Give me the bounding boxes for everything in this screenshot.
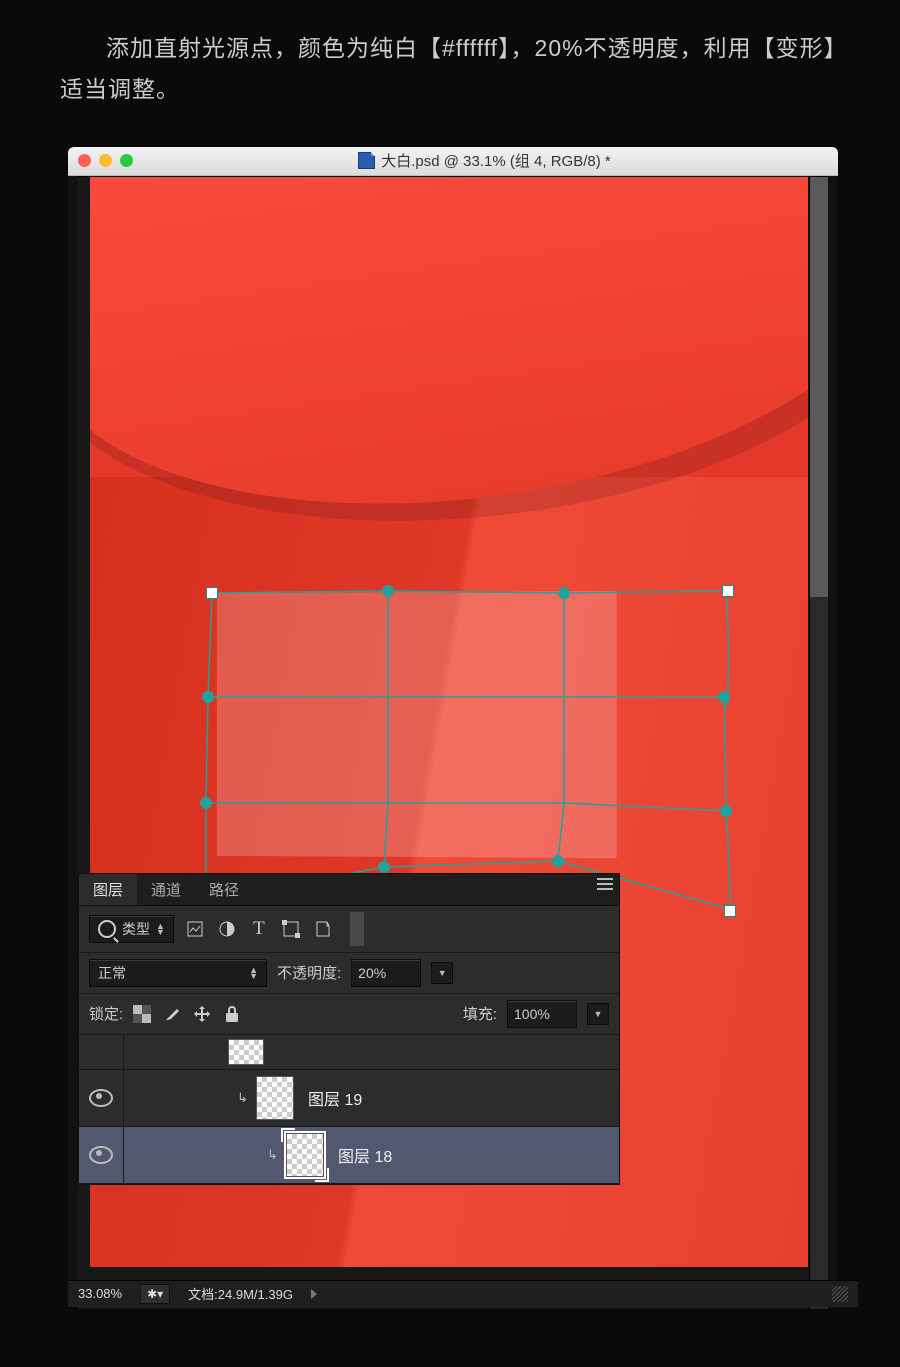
warp-anchor[interactable] [200, 797, 212, 809]
layer-thumb[interactable] [286, 1133, 324, 1177]
titlebar[interactable]: 大白.psd @ 33.1% (组 4, RGB/8) * [68, 147, 838, 176]
layer-row-selected[interactable]: ↳ 图层 18 [79, 1127, 619, 1184]
eye-icon [89, 1146, 113, 1164]
opacity-value: 20% [358, 965, 386, 981]
fill-dropdown-icon[interactable]: ▼ [587, 1003, 609, 1025]
warp-anchor[interactable] [552, 855, 564, 867]
warp-anchor[interactable] [382, 585, 394, 597]
doc-size[interactable]: 文档:24.9M/1.39G [188, 1284, 293, 1303]
filter-pixel-icon[interactable] [184, 918, 206, 940]
filter-row: 类型 ▲▼ T [79, 906, 619, 953]
select-arrows-icon: ▲▼ [249, 967, 258, 979]
layer-thumb[interactable] [256, 1076, 294, 1120]
blend-row: 正常 ▲▼ 不透明度: 20% ▼ [79, 953, 619, 994]
warp-transform-box[interactable] [196, 581, 740, 921]
clip-arrow-icon: ↳ [267, 1147, 278, 1163]
layer-name[interactable]: 图层 18 [324, 1143, 392, 1167]
tab-channels[interactable]: 通道 [137, 874, 195, 905]
layer-indent [124, 1035, 264, 1069]
layers-panel[interactable]: 图层 通道 路径 类型 ▲▼ T 正常 ▲▼ 不透明度: 20% ▼ [78, 873, 620, 1185]
resize-grip-icon[interactable] [832, 1286, 848, 1302]
lock-brush-icon[interactable] [163, 1005, 181, 1023]
panel-tabs: 图层 通道 路径 [79, 874, 619, 906]
tab-layers[interactable]: 图层 [79, 874, 137, 905]
warp-anchor[interactable] [202, 691, 214, 703]
lock-label: 锁定: [89, 1003, 123, 1024]
filter-smart-icon[interactable] [312, 918, 334, 940]
window-title-text: 大白.psd @ 33.1% (组 4, RGB/8) * [381, 150, 610, 171]
vertical-scrollbar[interactable] [809, 177, 828, 1309]
lock-move-icon[interactable] [193, 1005, 211, 1023]
filter-kind-select[interactable]: 类型 ▲▼ [89, 915, 174, 943]
document-window: 大白.psd @ 33.1% (组 4, RGB/8) * [68, 147, 838, 1307]
warp-handle-tr[interactable] [722, 585, 734, 597]
layer-indent: ↳ [124, 1127, 324, 1183]
zoom-level[interactable]: 33.08% [78, 1286, 122, 1301]
tab-paths[interactable]: 路径 [195, 874, 253, 905]
lock-all-icon[interactable] [223, 1005, 241, 1023]
warp-grid [196, 581, 740, 921]
eye-icon [89, 1089, 113, 1107]
blend-mode-select[interactable]: 正常 ▲▼ [89, 959, 267, 987]
warp-handle-br[interactable] [724, 905, 736, 917]
lock-transparency-icon[interactable] [133, 1005, 151, 1023]
opacity-field[interactable]: 20% [351, 959, 421, 987]
visibility-toggle[interactable] [79, 1070, 124, 1126]
zoom-icon[interactable] [120, 154, 133, 167]
lock-icons [133, 1005, 241, 1023]
filter-kind-label: 类型 [122, 919, 150, 939]
search-icon [98, 920, 116, 938]
opacity-dropdown-icon[interactable]: ▼ [431, 962, 453, 984]
tutorial-caption: 添加直射光源点，颜色为纯白【#ffffff】，20%不透明度，利用【变形】适当调… [0, 0, 900, 129]
traffic-lights [78, 154, 133, 167]
status-gear-button[interactable]: ✱▾ [140, 1284, 170, 1304]
warp-anchor[interactable] [558, 587, 570, 599]
close-icon[interactable] [78, 154, 91, 167]
select-arrows-icon: ▲▼ [156, 923, 165, 935]
warp-anchor[interactable] [718, 691, 730, 703]
blend-mode-value: 正常 [98, 963, 126, 983]
warp-handle-tl[interactable] [206, 587, 218, 599]
filter-shape-icon[interactable] [280, 918, 302, 940]
fill-value: 100% [514, 1006, 550, 1022]
filter-adjust-icon[interactable] [216, 918, 238, 940]
lock-row: 锁定: 填充: 100% ▼ [79, 994, 619, 1035]
warp-anchor[interactable] [720, 805, 732, 817]
filter-type-icon[interactable]: T [248, 918, 270, 940]
fill-field[interactable]: 100% [507, 1000, 577, 1028]
statusbar: 33.08% ✱▾ 文档:24.9M/1.39G [68, 1280, 858, 1307]
opacity-label: 不透明度: [277, 962, 341, 983]
minimize-icon[interactable] [99, 154, 112, 167]
layer-name[interactable]: 图层 19 [294, 1086, 362, 1110]
fill-label: 填充: [463, 1003, 497, 1024]
warp-anchor[interactable] [378, 861, 390, 873]
visibility-toggle[interactable] [79, 1127, 124, 1183]
layer-indent: ↳ [124, 1070, 294, 1126]
play-icon[interactable] [311, 1289, 317, 1299]
filter-toggle[interactable] [350, 912, 364, 946]
panel-menu-icon[interactable] [597, 878, 613, 890]
layers-list: ↳ 图层 19 ↳ 图层 18 [79, 1035, 619, 1184]
clip-arrow-icon: ↳ [237, 1090, 248, 1106]
visibility-toggle[interactable] [79, 1035, 124, 1069]
psd-file-icon [358, 152, 375, 169]
layer-row[interactable]: ↳ 图层 19 [79, 1070, 619, 1127]
scrollbar-thumb[interactable] [810, 177, 828, 597]
window-title: 大白.psd @ 33.1% (组 4, RGB/8) * [141, 150, 828, 171]
layer-thumb[interactable] [228, 1039, 264, 1065]
layer-row[interactable] [79, 1035, 619, 1070]
